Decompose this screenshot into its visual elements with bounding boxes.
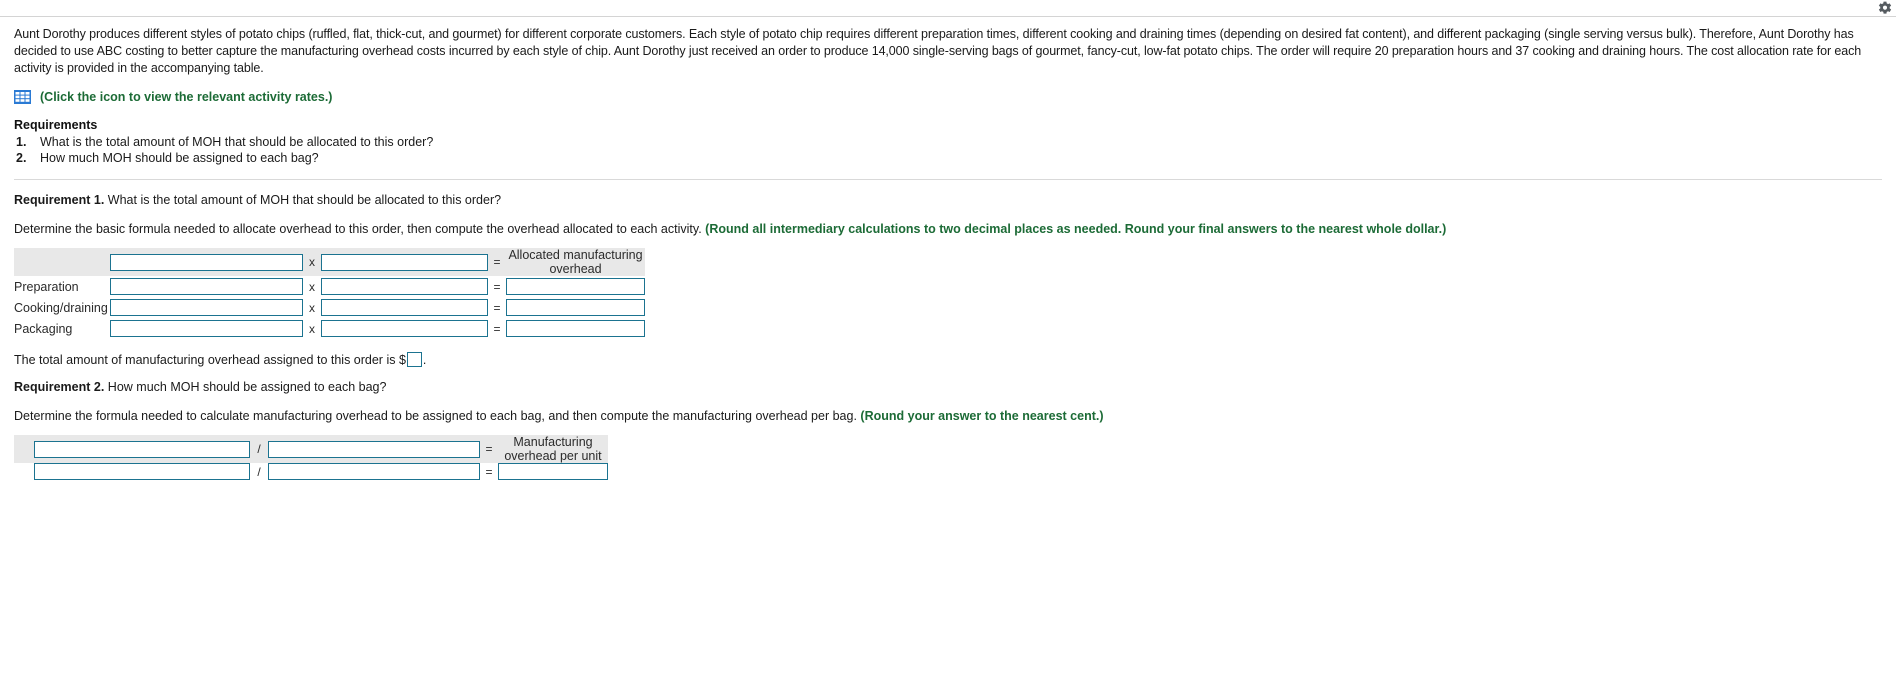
cooking-result-cell (506, 297, 645, 318)
allocated-overhead-table: x = Allocated manufacturing overhead Pre… (14, 248, 645, 339)
header-numerator-cell (34, 435, 250, 463)
cooking-factor1-input[interactable] (110, 299, 303, 316)
cooking-factor1-cell (110, 297, 303, 318)
requirement1-rounding-hint: (Round all intermediary calculations to … (705, 222, 1447, 236)
cooking-factor2-cell (321, 297, 488, 318)
header-blank-cell (14, 248, 110, 276)
header-factor1-input[interactable] (110, 253, 303, 271)
requirement-number: 1. (16, 135, 27, 149)
row-blank-cell (14, 463, 34, 480)
header-result-line2: overhead per unit (504, 449, 602, 463)
table-row: Packaging x = (14, 318, 645, 339)
list-item: 1. What is the total amount of MOH that … (14, 134, 1882, 150)
requirement-text: What is the total amount of MOH that sho… (40, 135, 434, 149)
cooking-result-input[interactable] (506, 299, 645, 316)
unit-denominator-cell (268, 463, 480, 480)
requirements-list: 1. What is the total amount of MOH that … (14, 134, 1882, 166)
table-row: / = (14, 463, 608, 480)
requirement1-question-line: Requirement 1. What is the total amount … (14, 192, 1882, 209)
header-operator-equals: = (488, 248, 506, 276)
packaging-factor2-input[interactable] (321, 320, 488, 337)
row-label-preparation: Preparation (14, 279, 79, 294)
preparation-factor2-input[interactable] (321, 278, 488, 295)
header-factor2-input[interactable] (321, 253, 488, 271)
overhead-per-unit-table: / = Manufacturing overhead per unit / = (14, 435, 608, 480)
requirement-text: How much MOH should be assigned to each … (40, 151, 319, 165)
packaging-operator-multiply: x (309, 321, 315, 336)
total-overhead-input[interactable] (406, 352, 422, 367)
unit-denominator-input[interactable] (268, 463, 480, 480)
list-item: 2. How much MOH should be assigned to ea… (14, 150, 1882, 166)
problem-statement: Aunt Dorothy produces different styles o… (14, 27, 1862, 75)
requirement2-instruction: Determine the formula needed to calculat… (14, 409, 857, 423)
preparation-operator-multiply: x (309, 279, 315, 294)
table-row: Preparation x = (14, 276, 645, 297)
header-denominator-cell (268, 435, 480, 463)
requirement1-instruction-line: Determine the basic formula needed to al… (14, 221, 1882, 238)
total-overhead-line: The total amount of manufacturing overhe… (14, 352, 1882, 367)
total-overhead-prefix: The total amount of manufacturing overhe… (14, 352, 406, 367)
requirement-number: 2. (16, 151, 27, 165)
unit-result-cell (498, 463, 608, 480)
packaging-operator-equals: = (493, 321, 501, 336)
total-overhead-suffix: . (422, 352, 427, 367)
packaging-factor1-input[interactable] (110, 320, 303, 337)
preparation-result-cell (506, 276, 645, 297)
header-numerator-input[interactable] (34, 440, 250, 458)
section-divider (14, 179, 1882, 180)
requirement1-label: Requirement 1. (14, 193, 105, 207)
table-header-row: x = Allocated manufacturing overhead (14, 248, 645, 276)
preparation-factor2-cell (321, 276, 488, 297)
packaging-result-input[interactable] (506, 320, 645, 337)
requirement2-instruction-line: Determine the formula needed to calculat… (14, 408, 1882, 425)
header-blank-cell (14, 435, 34, 463)
header-denominator-input[interactable] (268, 440, 480, 458)
header-result-label: Manufacturing overhead per unit (498, 435, 608, 463)
preparation-result-input[interactable] (506, 278, 645, 295)
cooking-factor2-input[interactable] (321, 299, 488, 316)
preparation-operator-equals: = (493, 279, 501, 294)
activity-rates-icon-line[interactable]: (Click the icon to view the relevant act… (14, 90, 1882, 104)
preparation-factor1-cell (110, 276, 303, 297)
page-content: Aunt Dorothy produces different styles o… (0, 17, 1896, 480)
header-operator-equals: = (480, 435, 498, 463)
row-label-cooking-draining: Cooking/draining (14, 300, 108, 315)
header-result-label: Allocated manufacturing overhead (506, 248, 645, 276)
row-label-packaging: Packaging (14, 321, 73, 336)
requirements-heading: Requirements (14, 118, 98, 132)
requirement2-rounding-hint: (Round your answer to the nearest cent.) (860, 409, 1104, 423)
unit-numerator-cell (34, 463, 250, 480)
header-result-line1: Manufacturing (513, 435, 593, 449)
unit-operator-divide: / (257, 464, 261, 479)
activity-rates-link[interactable]: (Click the icon to view the relevant act… (40, 90, 332, 104)
gear-icon[interactable] (1876, 0, 1894, 18)
unit-operator-equals: = (485, 464, 493, 479)
packaging-factor2-cell (321, 318, 488, 339)
header-factor2-cell (321, 248, 488, 276)
preparation-factor1-input[interactable] (110, 278, 303, 295)
table-header-row: / = Manufacturing overhead per unit (14, 435, 608, 463)
packaging-result-cell (506, 318, 645, 339)
header-factor1-cell (110, 248, 303, 276)
cooking-operator-multiply: x (309, 300, 315, 315)
unit-result-input[interactable] (498, 463, 608, 480)
header-result-line2: overhead (549, 262, 602, 276)
packaging-factor1-cell (110, 318, 303, 339)
requirement2-label: Requirement 2. (14, 380, 105, 394)
unit-numerator-input[interactable] (34, 463, 250, 480)
table-row: Cooking/draining x = (14, 297, 645, 318)
requirement2-question: How much MOH should be assigned to each … (107, 380, 387, 394)
header-result-line1: Allocated manufacturing (508, 248, 643, 262)
requirement1-instruction: Determine the basic formula needed to al… (14, 222, 702, 236)
requirement1-question: What is the total amount of MOH that sho… (107, 193, 502, 207)
header-operator-multiply: x (303, 248, 321, 276)
requirement2-question-line: Requirement 2. How much MOH should be as… (14, 379, 1882, 396)
cooking-operator-equals: = (493, 300, 501, 315)
table-grid-icon[interactable] (14, 90, 31, 104)
header-operator-divide: / (250, 435, 268, 463)
top-bar (0, 0, 1896, 17)
